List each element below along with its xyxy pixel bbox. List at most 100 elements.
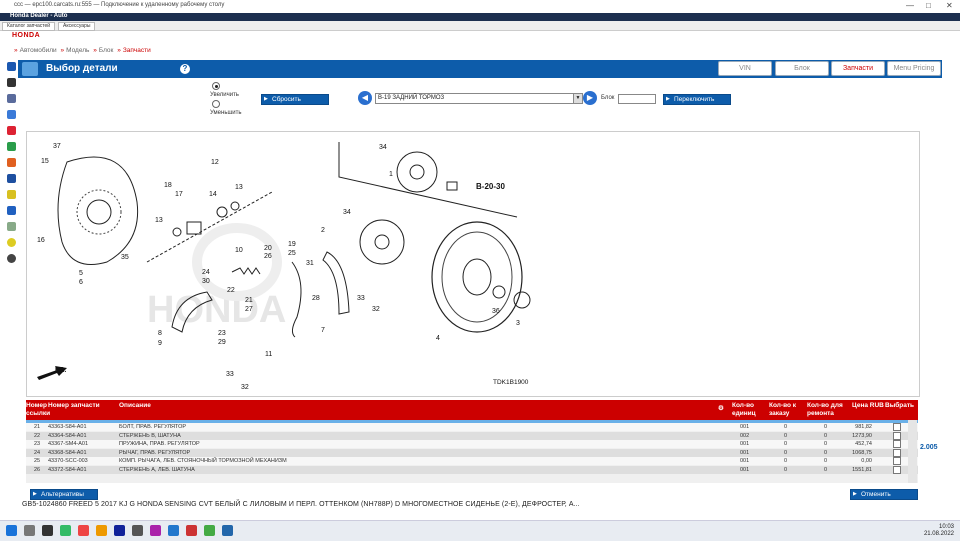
- tab-parts-catalog[interactable]: Каталог запчастей: [2, 22, 56, 31]
- brake-shoe-right[interactable]: [322, 251, 350, 315]
- callout-17[interactable]: 17: [175, 191, 183, 198]
- toolbar-icon-4[interactable]: [7, 110, 16, 119]
- nav-vin-button[interactable]: VIN: [718, 61, 772, 76]
- col-order[interactable]: Кол-во к заказу: [769, 402, 803, 418]
- callout-18[interactable]: 18: [164, 182, 172, 189]
- table-scrollbar[interactable]: [908, 420, 917, 483]
- prev-block-button[interactable]: ◀: [358, 91, 372, 105]
- callout-27[interactable]: 27: [245, 306, 253, 313]
- column-settings-icon[interactable]: ⚙: [718, 405, 724, 413]
- callout-35[interactable]: 35: [121, 254, 129, 261]
- reset-button[interactable]: Сбросить: [261, 94, 329, 105]
- callout-21[interactable]: 21: [245, 297, 253, 304]
- callout-32b[interactable]: 32: [372, 306, 380, 313]
- taskbar-app-4[interactable]: [78, 525, 89, 536]
- minimize-icon[interactable]: —: [906, 1, 914, 10]
- table-row[interactable]: 24 43368-S84-A01 РЫЧАГ, ПРАВ. РЕГУЛЯТОР 001…: [26, 448, 918, 457]
- callout-37[interactable]: 37: [53, 143, 61, 150]
- taskbar-app-10[interactable]: [186, 525, 197, 536]
- callout-28[interactable]: 28: [312, 295, 320, 302]
- table-row[interactable]: 21 43363-S84-A01 БОЛТ, ПРАВ. РЕГУЛЯТОР 001 0…: [26, 423, 918, 431]
- taskbar-app-6[interactable]: [114, 525, 125, 536]
- callout-9[interactable]: 9: [158, 340, 162, 347]
- callout-33a[interactable]: 33: [226, 371, 234, 378]
- toolbar-icon-11[interactable]: [7, 222, 16, 231]
- callout-30[interactable]: 30: [202, 278, 210, 285]
- toolbar-icon-3[interactable]: [7, 94, 16, 103]
- brake-drum[interactable]: [431, 221, 523, 333]
- callout-14[interactable]: 14: [209, 191, 217, 198]
- hub-cap-3[interactable]: [513, 291, 531, 309]
- col-ref[interactable]: Номер ссылки: [26, 402, 50, 418]
- nav-parts-button[interactable]: Запчасти: [831, 61, 885, 76]
- callout-8[interactable]: 8: [158, 330, 162, 337]
- callout-33b[interactable]: 33: [357, 295, 365, 302]
- table-row[interactable]: 25 43370-SCC-003 КОМП. РЫЧАГА, ЛЕВ. СТОЯНО…: [26, 457, 918, 465]
- parts-diagram[interactable]: HONDA B-20-30 FR. TDK1B1900 37 15 12 18 …: [26, 131, 920, 397]
- taskbar-app-5[interactable]: [96, 525, 107, 536]
- toolbar-icon-1[interactable]: [7, 62, 16, 71]
- toolbar-icon-5[interactable]: [7, 126, 16, 135]
- table-row[interactable]: 26 43372-S84-A01 СТЕРЖЕНЬ А, ЛЕВ. ШАТУНА 00…: [26, 465, 918, 474]
- cancel-button[interactable]: Отменить: [850, 489, 918, 500]
- hub-bearing-unit[interactable]: [396, 151, 438, 193]
- callout-16[interactable]: 16: [37, 237, 45, 244]
- adjuster-lever[interactable]: [291, 261, 302, 338]
- toolbar-icon-6[interactable]: [7, 142, 16, 151]
- backing-plate[interactable]: [57, 156, 139, 265]
- taskbar-app-3[interactable]: [60, 525, 71, 536]
- breadcrumb-block[interactable]: Блок: [99, 47, 114, 54]
- tab-accessories[interactable]: Аксессуары: [58, 22, 96, 31]
- chevron-down-icon[interactable]: ▼: [573, 94, 582, 103]
- taskbar-app-1[interactable]: [24, 525, 35, 536]
- nav-menu-pricing-button[interactable]: Menu Pricing: [887, 61, 941, 76]
- callout-34b[interactable]: 34: [343, 209, 351, 216]
- callout-34a[interactable]: 34: [379, 144, 387, 151]
- col-part[interactable]: Номер запчасти: [48, 402, 100, 410]
- maximize-icon[interactable]: □: [926, 1, 931, 10]
- callout-13a[interactable]: 13: [235, 184, 243, 191]
- toolbar-icon-13[interactable]: [7, 254, 16, 263]
- row-select-checkbox[interactable]: [893, 457, 901, 465]
- callout-4[interactable]: 4: [436, 335, 440, 342]
- callout-23[interactable]: 23: [218, 330, 226, 337]
- breadcrumb-model[interactable]: Модель: [66, 47, 89, 54]
- col-desc[interactable]: Описание: [119, 402, 151, 410]
- callout-7[interactable]: 7: [321, 327, 325, 334]
- callout-5[interactable]: 5: [79, 270, 83, 277]
- alternatives-button[interactable]: Альтернативы: [30, 489, 98, 500]
- hub-flange[interactable]: [359, 219, 405, 265]
- callout-1[interactable]: 1: [389, 171, 393, 178]
- callout-20[interactable]: 20: [264, 245, 272, 252]
- callout-6[interactable]: 6: [79, 279, 83, 286]
- col-price[interactable]: Цена RUB: [852, 402, 884, 410]
- toolbar-icon-2[interactable]: [7, 78, 16, 87]
- callout-19[interactable]: 19: [288, 241, 296, 248]
- row-select-checkbox[interactable]: [893, 465, 901, 474]
- taskbar-app-11[interactable]: [204, 525, 215, 536]
- callout-22[interactable]: 22: [227, 287, 235, 294]
- col-units[interactable]: Кол-во единиц: [732, 402, 758, 418]
- callout-31[interactable]: 31: [306, 260, 314, 267]
- hub-nut-36[interactable]: [492, 285, 506, 299]
- callout-24[interactable]: 24: [202, 269, 210, 276]
- help-icon[interactable]: ?: [180, 64, 190, 74]
- switch-button[interactable]: Переключить: [663, 94, 731, 105]
- callout-2[interactable]: 2: [321, 227, 325, 234]
- callout-15[interactable]: 15: [41, 158, 49, 165]
- taskbar-app-9[interactable]: [168, 525, 179, 536]
- callout-36[interactable]: 36: [492, 308, 500, 315]
- taskbar-app-8[interactable]: [150, 525, 161, 536]
- row-select-checkbox[interactable]: [893, 440, 901, 448]
- toolbar-icon-10[interactable]: [7, 206, 16, 215]
- toolbar-icon-9[interactable]: [7, 190, 16, 199]
- callout-13b[interactable]: 13: [155, 217, 163, 224]
- start-icon[interactable]: [6, 525, 17, 536]
- col-repair[interactable]: Кол-во для ремонта: [807, 402, 847, 418]
- zoom-out-radio[interactable]: [212, 100, 220, 108]
- close-icon[interactable]: ✕: [946, 1, 953, 10]
- row-select-checkbox[interactable]: [893, 448, 901, 457]
- clock[interactable]: 10:03 21.08.2022: [924, 524, 954, 538]
- wheel-cylinder[interactable]: [186, 221, 202, 235]
- breadcrumb-cars[interactable]: Автомобили: [20, 47, 57, 54]
